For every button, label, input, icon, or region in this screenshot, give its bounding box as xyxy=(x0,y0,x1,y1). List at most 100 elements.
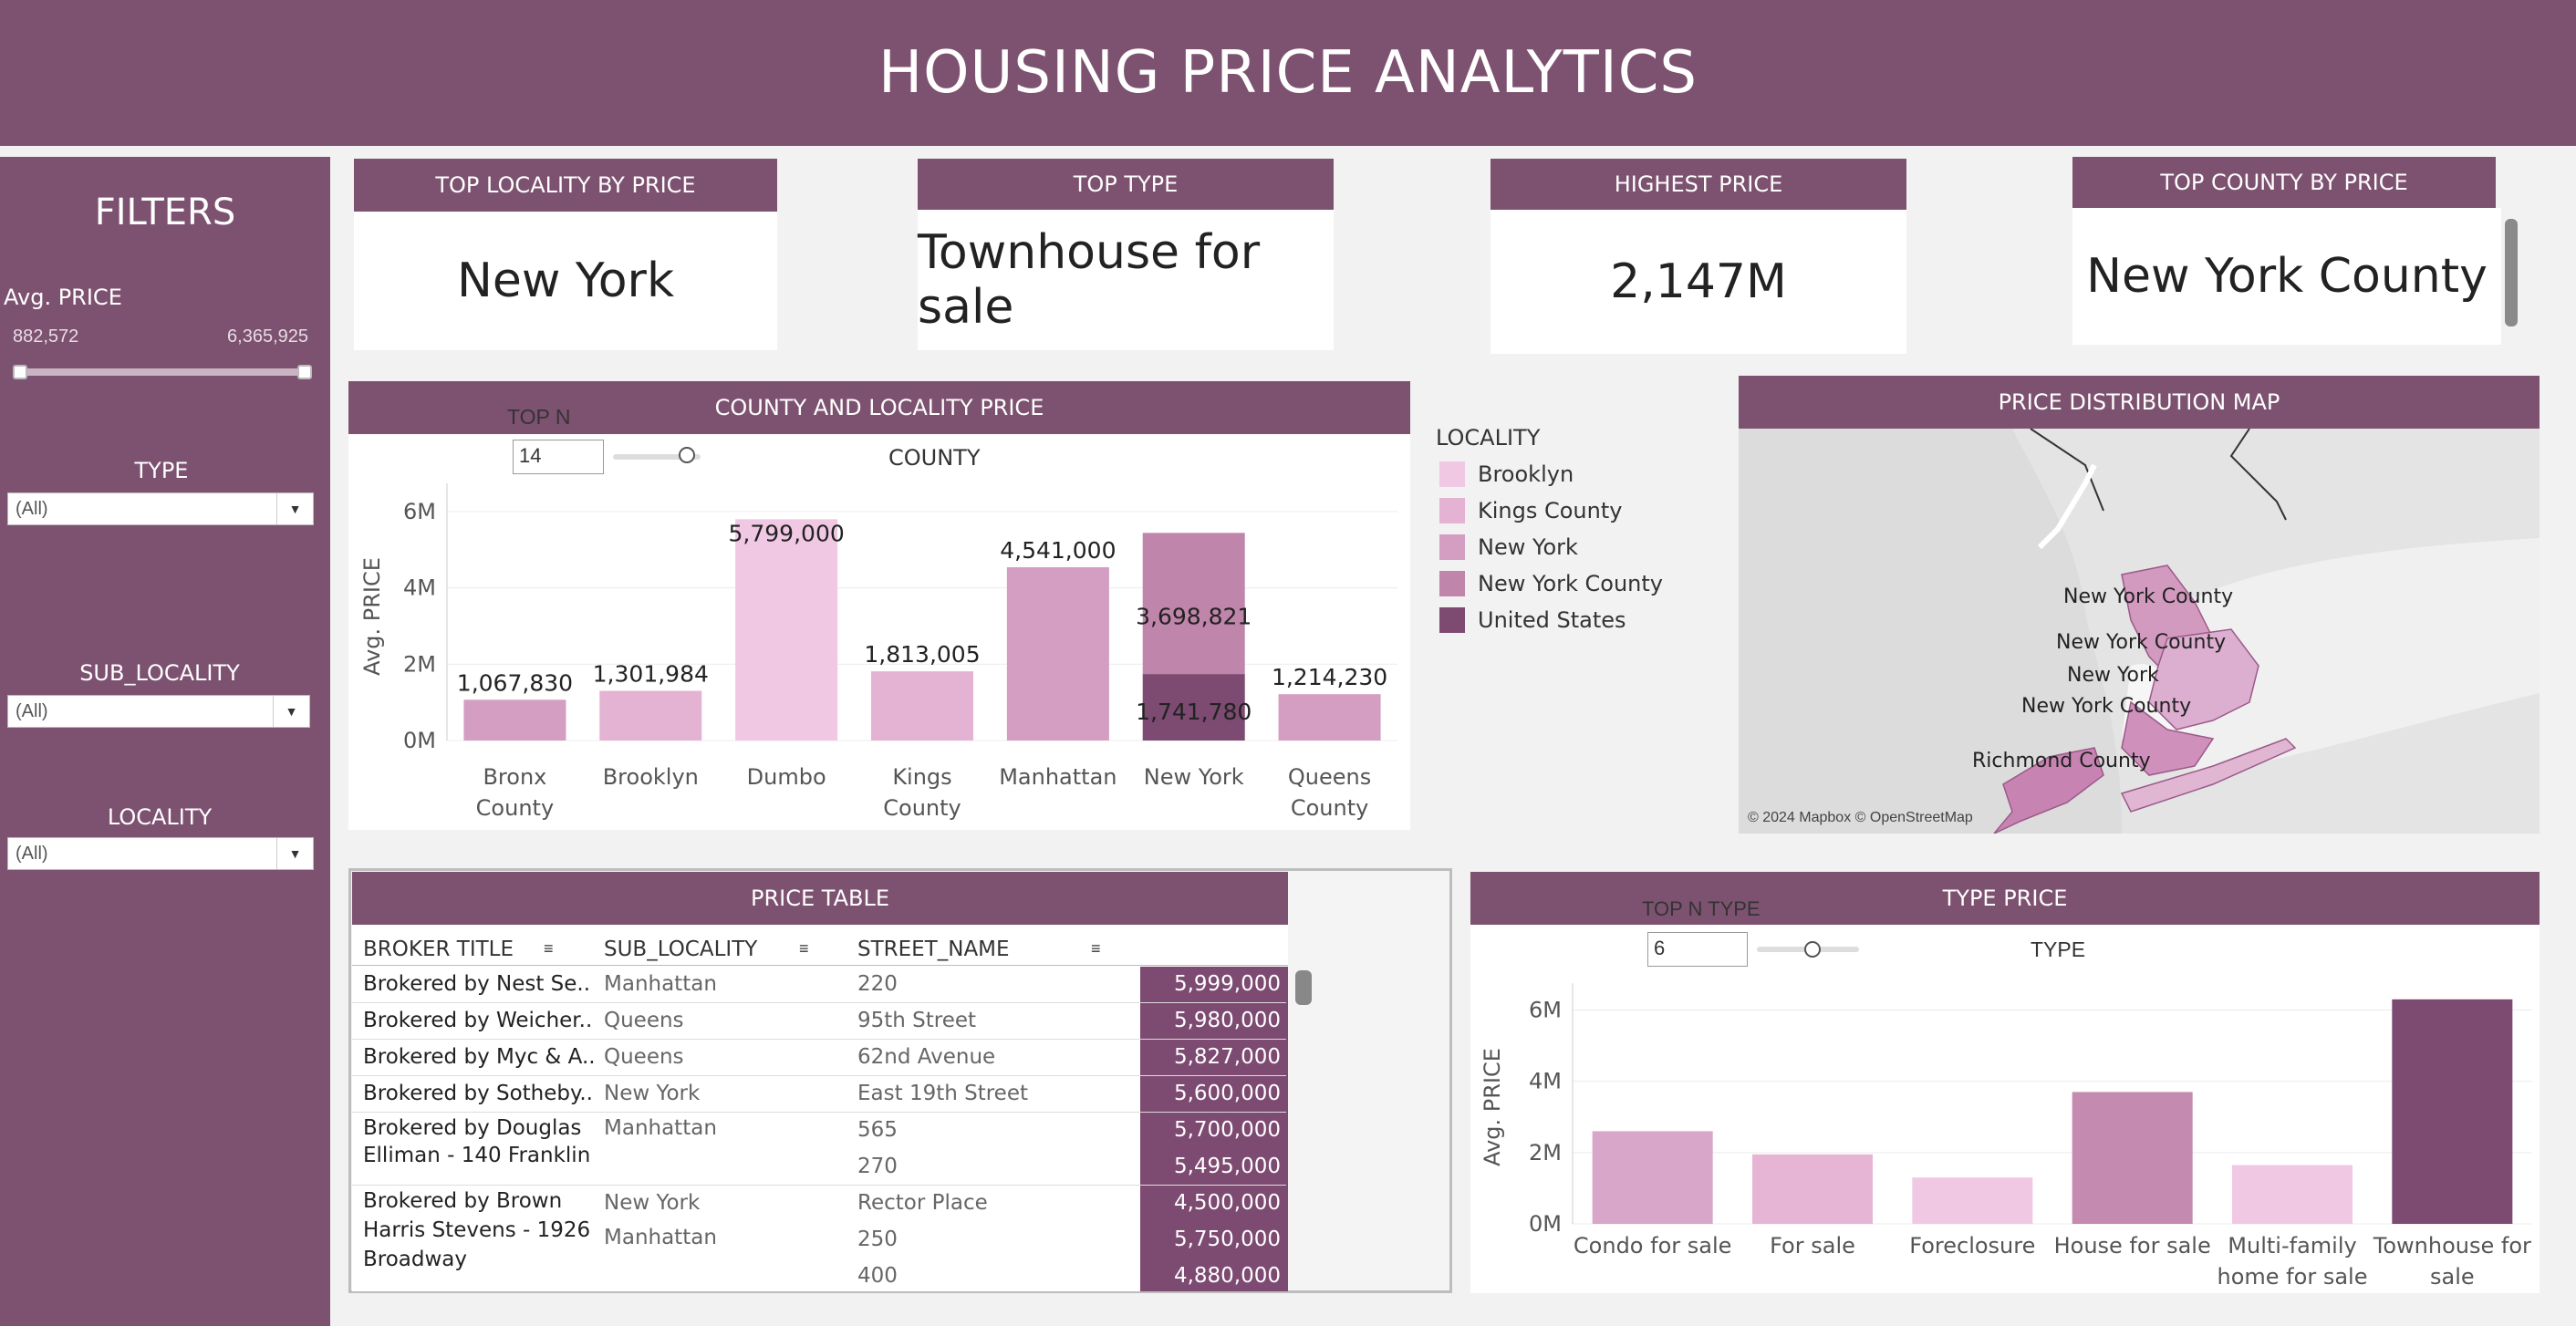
price-filter-label: Avg. PRICE xyxy=(4,285,122,310)
map-label: Richmond County xyxy=(1972,750,2151,772)
price-cell: 5,495,000 xyxy=(1173,1155,1281,1178)
bar[interactable] xyxy=(463,699,566,741)
kpi-value: 2,147M xyxy=(1610,254,1787,309)
legend-item[interactable]: New York County xyxy=(1439,571,1663,596)
bar[interactable] xyxy=(1278,694,1381,741)
filters-sidebar: FILTERS Avg. PRICE 882,572 6,365,925 TYP… xyxy=(0,157,330,1326)
table-row[interactable]: Brokered by Sotheby.. New York East 19th… xyxy=(352,1076,1286,1113)
x-tick-label: County xyxy=(1291,795,1368,821)
legend-swatch xyxy=(1439,461,1465,487)
data-label: 1,067,830 xyxy=(457,669,573,696)
x-tick-label: Queens xyxy=(1288,764,1371,790)
broker-cell-line3: Broadway xyxy=(363,1248,468,1271)
county-bar-chart: 0M 2M 4M 6M Avg. PRICE 1,067,830 1,301,984 5,79… xyxy=(359,483,1397,821)
x-tick-label: For sale xyxy=(1770,1233,1855,1259)
table-row[interactable]: Brokered by Nest Se.. Manhattan 220 5,99… xyxy=(352,967,1286,1003)
kpi-top-locality-card: New York xyxy=(354,212,777,350)
legend-label: United States xyxy=(1478,607,1626,633)
column-header-street[interactable]: STREET_NAME xyxy=(857,938,1010,961)
price-range-slider[interactable] xyxy=(18,368,305,376)
price-distribution-map[interactable]: New York County New York County New York… xyxy=(1739,429,2540,834)
data-label: 3,698,821 xyxy=(1136,603,1252,629)
street-cell: East 19th Street xyxy=(857,1082,1028,1105)
price-cell: 5,750,000 xyxy=(1173,1228,1281,1251)
bar[interactable] xyxy=(599,690,702,741)
y-tick-label: 6M xyxy=(1529,998,1562,1023)
y-tick-label: 0M xyxy=(403,728,436,753)
kpi-top-type-card: Townhouse for sale xyxy=(918,210,1334,350)
column-header-broker[interactable]: BROKER TITLE xyxy=(363,938,514,961)
locality-filter-select[interactable]: (All) ▼ xyxy=(7,837,314,870)
table-row[interactable]: Brokered by Brown Harris Stevens - 1926 … xyxy=(352,1186,1286,1291)
bar[interactable] xyxy=(1006,566,1109,741)
table-scrollbar[interactable] xyxy=(1295,970,1312,1005)
bar[interactable] xyxy=(735,519,838,741)
broker-cell: Brokered by Weicher.. xyxy=(363,1009,593,1032)
type-bar-chart: 0M 2M 4M 6M Avg. PRICE Condo for sale For sale… xyxy=(1480,983,2532,1290)
sub-locality-filter-value: (All) xyxy=(16,701,48,721)
bar[interactable] xyxy=(2392,999,2513,1224)
kpi-top-locality-header: TOP LOCALITY BY PRICE xyxy=(354,159,777,212)
price-cell: 5,980,000 xyxy=(1173,1009,1281,1032)
x-tick-label: Manhattan xyxy=(999,764,1117,790)
bar[interactable] xyxy=(1592,1131,1713,1224)
legend-swatch xyxy=(1439,534,1465,560)
price-min-value: 882,572 xyxy=(13,326,79,347)
legend-item[interactable]: Kings County xyxy=(1439,498,1622,523)
y-tick-label: 2M xyxy=(403,651,436,677)
table-row[interactable]: Brokered by Douglas Elliman - 140 Frankl… xyxy=(352,1113,1286,1186)
kpi-value: New York County xyxy=(2086,249,2488,304)
broker-cell: Brokered by Myc & A.. xyxy=(363,1045,596,1069)
price-max-handle[interactable] xyxy=(297,365,312,379)
type-filter-select[interactable]: (All) ▼ xyxy=(7,492,314,525)
legend-label: Brooklyn xyxy=(1478,461,1574,487)
legend-label: Kings County xyxy=(1478,498,1623,523)
legend-item[interactable]: United States xyxy=(1439,607,1626,633)
table-row[interactable]: Brokered by Weicher.. Queens 95th Street… xyxy=(352,1003,1286,1040)
x-tick-label: New York xyxy=(1144,764,1244,790)
bar[interactable] xyxy=(2232,1165,2353,1224)
sort-icon[interactable]: ≡ xyxy=(1091,939,1101,958)
sort-icon[interactable]: ≡ xyxy=(544,939,554,958)
x-tick-label: Foreclosure xyxy=(1909,1233,2035,1259)
chevron-down-icon[interactable]: ▼ xyxy=(276,493,313,524)
price-cell: 5,700,000 xyxy=(1173,1118,1281,1142)
street-cell: 250 xyxy=(857,1228,898,1251)
y-tick-label: 2M xyxy=(1529,1140,1562,1165)
sub-locality-cell: Manhattan xyxy=(604,1226,717,1249)
y-tick-label: 4M xyxy=(1529,1069,1562,1094)
broker-cell-line2: Harris Stevens - 1926 xyxy=(363,1218,591,1242)
map-label: New York County xyxy=(2056,631,2227,654)
price-cell: 4,880,000 xyxy=(1173,1264,1281,1288)
sub-locality-filter-select[interactable]: (All) ▼ xyxy=(7,695,310,728)
type-panel-header: TYPE PRICE xyxy=(1470,872,2540,925)
bar[interactable] xyxy=(1912,1177,2033,1224)
broker-cell-line2: Elliman - 140 Franklin xyxy=(363,1144,591,1167)
price-cell: 5,999,000 xyxy=(1173,972,1281,996)
street-cell: Rector Place xyxy=(857,1191,988,1215)
legend-item[interactable]: New York xyxy=(1439,534,1578,560)
price-min-handle[interactable] xyxy=(13,365,27,379)
locality-filter-label: LOCALITY xyxy=(107,804,213,830)
legend-label: New York xyxy=(1478,534,1578,560)
x-tick-label: County xyxy=(883,795,961,821)
x-tick-label: Multi-family xyxy=(2228,1233,2356,1259)
legend-item[interactable]: Brooklyn xyxy=(1439,461,1574,487)
kpi-scrollbar[interactable] xyxy=(2505,219,2518,326)
column-header-sub-locality[interactable]: SUB_LOCALITY xyxy=(604,938,757,961)
bar[interactable] xyxy=(871,671,973,741)
legend-swatch xyxy=(1439,571,1465,596)
broker-cell: Brokered by Nest Se.. xyxy=(363,972,591,996)
bar[interactable] xyxy=(1752,1154,1873,1224)
kpi-highest-price-card: 2,147M xyxy=(1491,210,1906,354)
chevron-down-icon[interactable]: ▼ xyxy=(273,696,309,727)
price-table-header: PRICE TABLE xyxy=(352,872,1288,925)
data-label: 1,301,984 xyxy=(593,661,709,688)
bar[interactable] xyxy=(2072,1092,2193,1224)
chevron-down-icon[interactable]: ▼ xyxy=(276,838,313,869)
sort-icon[interactable]: ≡ xyxy=(799,939,809,958)
type-panel-title: TYPE PRICE xyxy=(1942,886,2068,911)
table-row[interactable]: Brokered by Myc & A.. Queens 62nd Avenue… xyxy=(352,1040,1286,1076)
y-axis-title: Avg. PRICE xyxy=(359,557,385,676)
x-tick-label: Townhouse for xyxy=(2373,1233,2531,1259)
